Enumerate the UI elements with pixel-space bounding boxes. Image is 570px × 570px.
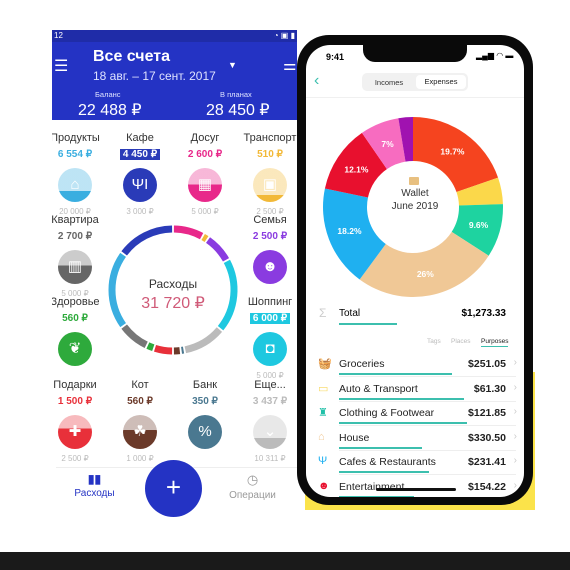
plus-icon: + <box>165 472 182 502</box>
tab-incomes[interactable]: Incomes <box>366 78 412 87</box>
chevron-right-icon: › <box>513 381 517 393</box>
donut-slice-label: 26% <box>417 269 434 279</box>
nav-expenses-label: Расходы <box>74 488 115 499</box>
filter-purposes[interactable]: Purposes <box>481 338 509 347</box>
nav-expenses[interactable]: ▮▮ Расходы <box>62 472 127 499</box>
donut-slice-label: 12.1% <box>344 164 369 174</box>
nav-operations-label: Операции <box>229 490 276 501</box>
ring-segment <box>108 252 127 328</box>
house-icon: ⌂ <box>318 430 325 443</box>
ring-segment <box>173 225 204 240</box>
ring-segment <box>121 324 148 348</box>
purpose-name: Groceries <box>339 358 385 370</box>
purpose-value: $330.50 <box>468 431 506 444</box>
purpose-bar <box>339 495 414 497</box>
left-app-screen: 12 ◔ ▣ ▮ ☰ Все счета ▼ ⚌ 18 авг. – 17 сен… <box>52 30 297 522</box>
purpose-name: Cafes & Restaurants <box>339 456 436 468</box>
bar-chart-icon: ▮▮ <box>87 472 102 486</box>
chevron-right-icon: › <box>513 406 517 417</box>
purpose-bar <box>339 397 464 400</box>
purpose-row[interactable]: 🧺 Groceries $251.05 › <box>306 353 524 377</box>
purpose-value: $154.22 <box>468 480 506 493</box>
ring-segment <box>205 237 230 262</box>
total-label: Total <box>339 308 361 319</box>
purpose-row[interactable]: ▭ Auto & Transport $61.30 › <box>306 378 524 402</box>
donut-slice-label: 18.2% <box>337 226 362 236</box>
chevron-right-icon: › <box>513 455 517 466</box>
chevron-right-icon: › <box>513 479 517 491</box>
ring-label: Расходы <box>148 277 198 291</box>
purpose-row[interactable]: ♜ Clothing & Footwear $121.85 › <box>306 402 524 426</box>
purpose-bar <box>339 373 452 375</box>
purpose-row[interactable]: ⌂ House $330.50 › <box>306 427 524 451</box>
status-time: 9:41 <box>326 52 345 62</box>
signal-battery-icon: ▂▄▆ ◠ ▬ <box>476 51 514 60</box>
purpose-bar <box>339 422 467 424</box>
filter-tags[interactable]: Tags <box>427 338 441 345</box>
purpose-value: $121.85 <box>468 407 506 419</box>
notch <box>363 45 467 62</box>
back-icon[interactable]: ‹ <box>314 72 319 90</box>
donut-center-title: Wallet <box>401 188 429 199</box>
ring-total: 31 720 ₽ <box>141 295 205 312</box>
purpose-name: Auto & Transport <box>339 382 418 395</box>
clothing-icon: ♜ <box>318 407 328 419</box>
expenses-ring <box>108 225 238 355</box>
total-value: $1,273.33 <box>461 308 507 319</box>
header-divider <box>306 97 524 98</box>
donut-center-period: June 2019 <box>391 201 439 212</box>
ring-segment <box>201 233 209 242</box>
fork-knife-icon: Ψ <box>318 455 328 467</box>
tab-expenses[interactable]: Expenses <box>416 75 466 89</box>
purpose-name: House <box>339 431 370 444</box>
ring-segment <box>146 342 155 352</box>
chevron-right-icon: › <box>513 357 517 368</box>
donut-slice-label: 9.6% <box>469 220 489 230</box>
purpose-name: Clothing & Footwear <box>339 407 435 419</box>
total-bar <box>339 323 397 325</box>
car-icon: ▭ <box>318 382 329 395</box>
chevron-right-icon: › <box>513 430 517 442</box>
donut-slice-label: 19.7% <box>440 147 465 157</box>
ring-segment <box>153 344 173 355</box>
purpose-value: $231.41 <box>468 456 506 468</box>
history-icon: ◷ <box>246 472 259 487</box>
home-indicator <box>376 488 456 491</box>
wallet-icon <box>409 177 419 185</box>
purpose-value: $61.30 <box>473 382 506 395</box>
bottom-dark-band <box>0 552 570 570</box>
purpose-bar <box>339 471 429 473</box>
purpose-row[interactable]: ☻ Entertainment $154.22 › <box>306 476 524 497</box>
purpose-row[interactable]: Ψ Cafes & Restaurants $231.41 › <box>306 451 524 475</box>
donut-slice-label: 7% <box>381 139 394 149</box>
nav-operations[interactable]: ◷ Операции <box>220 472 285 501</box>
mask-icon: ☻ <box>318 479 330 492</box>
basket-icon: 🧺 <box>318 358 332 370</box>
ring-segment <box>121 225 173 256</box>
ring-segment <box>184 327 223 354</box>
filter-places[interactable]: Places <box>451 338 471 345</box>
right-app-screen: 9:41 ▂▄▆ ◠ ▬ ‹ Incomes Expenses 19.7% 9.6… <box>306 45 524 497</box>
add-button[interactable]: + <box>145 460 202 517</box>
purpose-bar <box>339 446 422 449</box>
purpose-value: $251.05 <box>468 358 506 370</box>
sigma-icon: Σ <box>319 306 327 320</box>
